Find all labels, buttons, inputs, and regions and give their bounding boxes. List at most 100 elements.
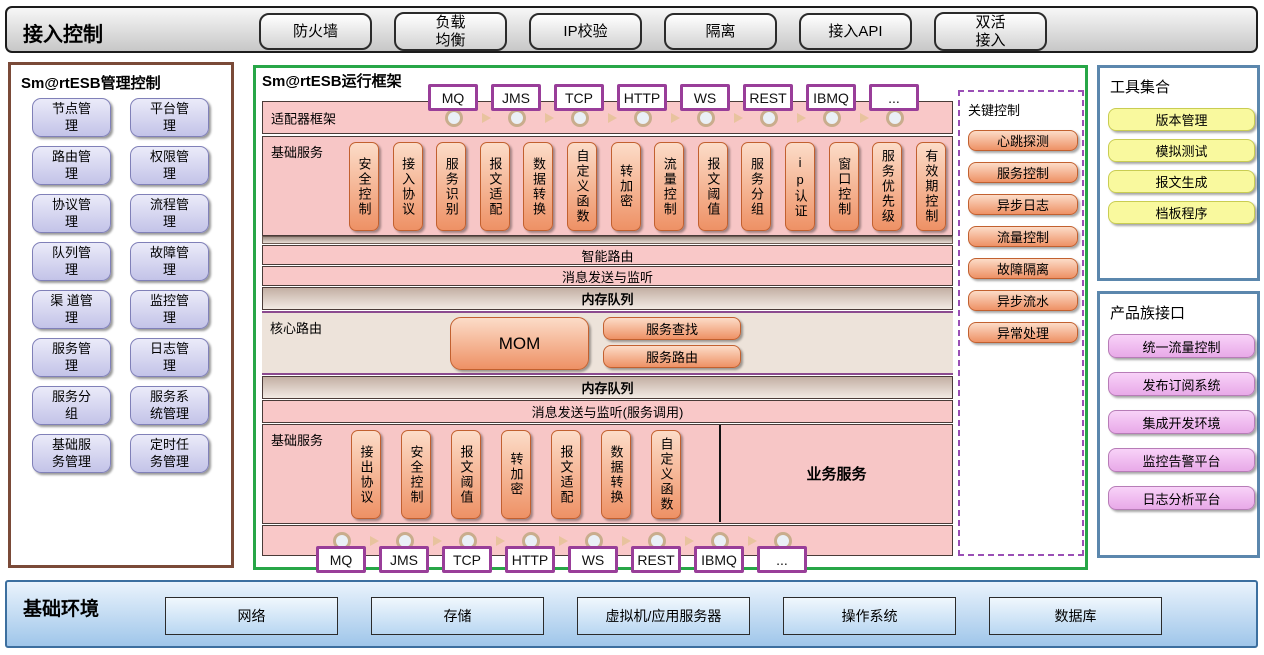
product-button[interactable]: 日志分析平台 (1108, 486, 1255, 510)
base-service-button[interactable]: 流量控制 (654, 142, 684, 231)
base-service-button[interactable]: 数据转换 (601, 430, 631, 519)
product-family-title: 产品族接口 (1110, 302, 1185, 323)
key-control-button[interactable]: 服务控制 (968, 162, 1078, 183)
management-button[interactable]: 日志管 理 (130, 338, 209, 377)
access-control-button[interactable]: 负载 均衡 (394, 12, 507, 51)
base-service-button[interactable]: 报文阈值 (698, 142, 728, 231)
base-service-button[interactable]: 安全控制 (349, 142, 379, 231)
product-family-buttons: 统一流量控制发布订阅系统集成开发环境监控告警平台日志分析平台 (1108, 334, 1255, 510)
protocol-box[interactable]: TCP (442, 546, 492, 573)
environment-box[interactable]: 操作系统 (783, 597, 956, 635)
product-button[interactable]: 集成开发环境 (1108, 410, 1255, 434)
environment-box[interactable]: 虚拟机/应用服务器 (577, 597, 750, 635)
access-control-buttons: 防火墙负载 均衡 IP校验隔离接入API 双活 接入 (259, 12, 1047, 51)
protocol-box[interactable]: JMS (379, 546, 429, 573)
separator-bar (262, 236, 953, 244)
access-control-button[interactable]: 隔离 (664, 13, 777, 50)
management-button[interactable]: 定时任 务管理 (130, 434, 209, 473)
product-button[interactable]: 统一流量控制 (1108, 334, 1255, 358)
business-services-box: 业务服务 (719, 425, 952, 522)
protocol-box[interactable]: ... (757, 546, 807, 573)
base-service-button[interactable]: 转加密 (611, 142, 641, 231)
base-service-button[interactable]: 自定义函数 (651, 430, 681, 519)
key-control-button[interactable]: 心跳探测 (968, 130, 1078, 151)
base-service-button[interactable]: 安全控制 (401, 430, 431, 519)
management-button[interactable]: 平台管 理 (130, 98, 209, 137)
base-services-bottom-label: 基础服务 (271, 430, 323, 449)
management-button[interactable]: 渠 道管 理 (32, 290, 111, 329)
base-services-top-label: 基础服务 (271, 142, 323, 161)
access-control-button[interactable]: IP校验 (529, 13, 642, 50)
service-find-button[interactable]: 服务查找 (603, 317, 741, 340)
management-button[interactable]: 服务系 统管理 (130, 386, 209, 425)
base-service-button[interactable]: 服务识别 (436, 142, 466, 231)
base-service-button[interactable]: ip认证 (785, 142, 815, 231)
tool-button[interactable]: 版本管理 (1108, 108, 1255, 131)
protocol-box[interactable]: JMS (491, 84, 541, 111)
smart-routing-lane: 智能路由 (262, 245, 953, 265)
base-service-button[interactable]: 接入协议 (393, 142, 423, 231)
product-button[interactable]: 监控告警平台 (1108, 448, 1255, 472)
base-service-button[interactable]: 报文适配 (551, 430, 581, 519)
environment-box[interactable]: 数据库 (989, 597, 1162, 635)
protocol-box[interactable]: TCP (554, 84, 604, 111)
message-listen-lane: 消息发送与监听 (262, 266, 953, 286)
base-service-button[interactable]: 数据转换 (523, 142, 553, 231)
protocol-box[interactable]: WS (568, 546, 618, 573)
base-service-button[interactable]: 报文阈值 (451, 430, 481, 519)
management-button[interactable]: 队列管 理 (32, 242, 111, 281)
base-service-button[interactable]: 接出协议 (351, 430, 381, 519)
access-control-button[interactable]: 双活 接入 (934, 12, 1047, 51)
protocol-box[interactable]: WS (680, 84, 730, 111)
protocol-box[interactable]: REST (743, 84, 793, 111)
management-button[interactable]: 流程管 理 (130, 194, 209, 233)
access-control-bar: 接入控制 防火墙负载 均衡IP校验隔离接入API双活 接入 (5, 6, 1258, 53)
tool-button[interactable]: 档板程序 (1108, 201, 1255, 224)
management-button[interactable]: 路由管 理 (32, 146, 111, 185)
protocol-box[interactable]: ... (869, 84, 919, 111)
tool-button[interactable]: 报文生成 (1108, 170, 1255, 193)
base-service-button[interactable]: 窗口控制 (829, 142, 859, 231)
protocol-box[interactable]: REST (631, 546, 681, 573)
base-services-top-items: 安全控制接入协议服务识别报文适配数据转换自定义函数转加密流量控制报文阈值服务分组… (349, 142, 946, 231)
product-button[interactable]: 发布订阅系统 (1108, 372, 1255, 396)
base-service-button[interactable]: 有效期控制 (916, 142, 946, 231)
access-control-button[interactable]: 防火墙 (259, 13, 372, 50)
protocol-box[interactable]: MQ (316, 546, 366, 573)
management-button[interactable]: 监控管 理 (130, 290, 209, 329)
environment-box[interactable]: 网络 (165, 597, 338, 635)
protocol-box[interactable]: IBMQ (806, 84, 856, 111)
base-service-button[interactable]: 服务优先级 (872, 142, 902, 231)
base-service-button[interactable]: 自定义函数 (567, 142, 597, 231)
base-service-button[interactable]: 服务分组 (741, 142, 771, 231)
management-button[interactable]: 服务管 理 (32, 338, 111, 377)
key-control-button[interactable]: 异步流水 (968, 290, 1078, 311)
tool-button[interactable]: 模拟测试 (1108, 139, 1255, 162)
management-button[interactable]: 服务分 组 (32, 386, 111, 425)
management-button[interactable]: 故障管 理 (130, 242, 209, 281)
mom-box[interactable]: MOM (450, 317, 589, 370)
esb-management-panel: Sm@rtESB管理控制 节点管 理平台管 理路由管 理权限管 理协议管 理流程… (8, 62, 234, 568)
base-service-button[interactable]: 转加密 (501, 430, 531, 519)
management-button[interactable]: 权限管 理 (130, 146, 209, 185)
key-control-button[interactable]: 流量控制 (968, 226, 1078, 247)
base-service-button[interactable]: 报文适配 (480, 142, 510, 231)
service-route-button[interactable]: 服务路由 (603, 345, 741, 368)
management-button[interactable]: 协议管 理 (32, 194, 111, 233)
protocol-box[interactable]: HTTP (505, 546, 555, 573)
core-routing-lane: 核心路由 MOM 服务查找 服务路由 (262, 311, 953, 375)
key-control-button[interactable]: 异步日志 (968, 194, 1078, 215)
key-control-button[interactable]: 异常处理 (968, 322, 1078, 343)
architecture-diagram: 接入控制 防火墙负载 均衡IP校验隔离接入API双活 接入 Sm@rtESB管理… (0, 0, 1264, 655)
access-control-button[interactable]: 接入API (799, 13, 912, 50)
management-button[interactable]: 节点管 理 (32, 98, 111, 137)
key-control-buttons: 心跳探测服务控制异步日志流量控制故障隔离异步流水异常处理 (968, 130, 1078, 343)
protocol-box[interactable]: MQ (428, 84, 478, 111)
protocol-box[interactable]: HTTP (617, 84, 667, 111)
esb-runtime-panel: Sm@rtESB运行框架 MQJMSTCPHTTPWSRESTIBMQ... 适… (253, 65, 1088, 570)
management-button[interactable]: 基础服 务管理 (32, 434, 111, 473)
tools-panel: 工具集合 版本管理模拟测试报文生成档板程序 (1097, 65, 1260, 281)
protocol-box[interactable]: IBMQ (694, 546, 744, 573)
environment-box[interactable]: 存储 (371, 597, 544, 635)
key-control-button[interactable]: 故障隔离 (968, 258, 1078, 279)
